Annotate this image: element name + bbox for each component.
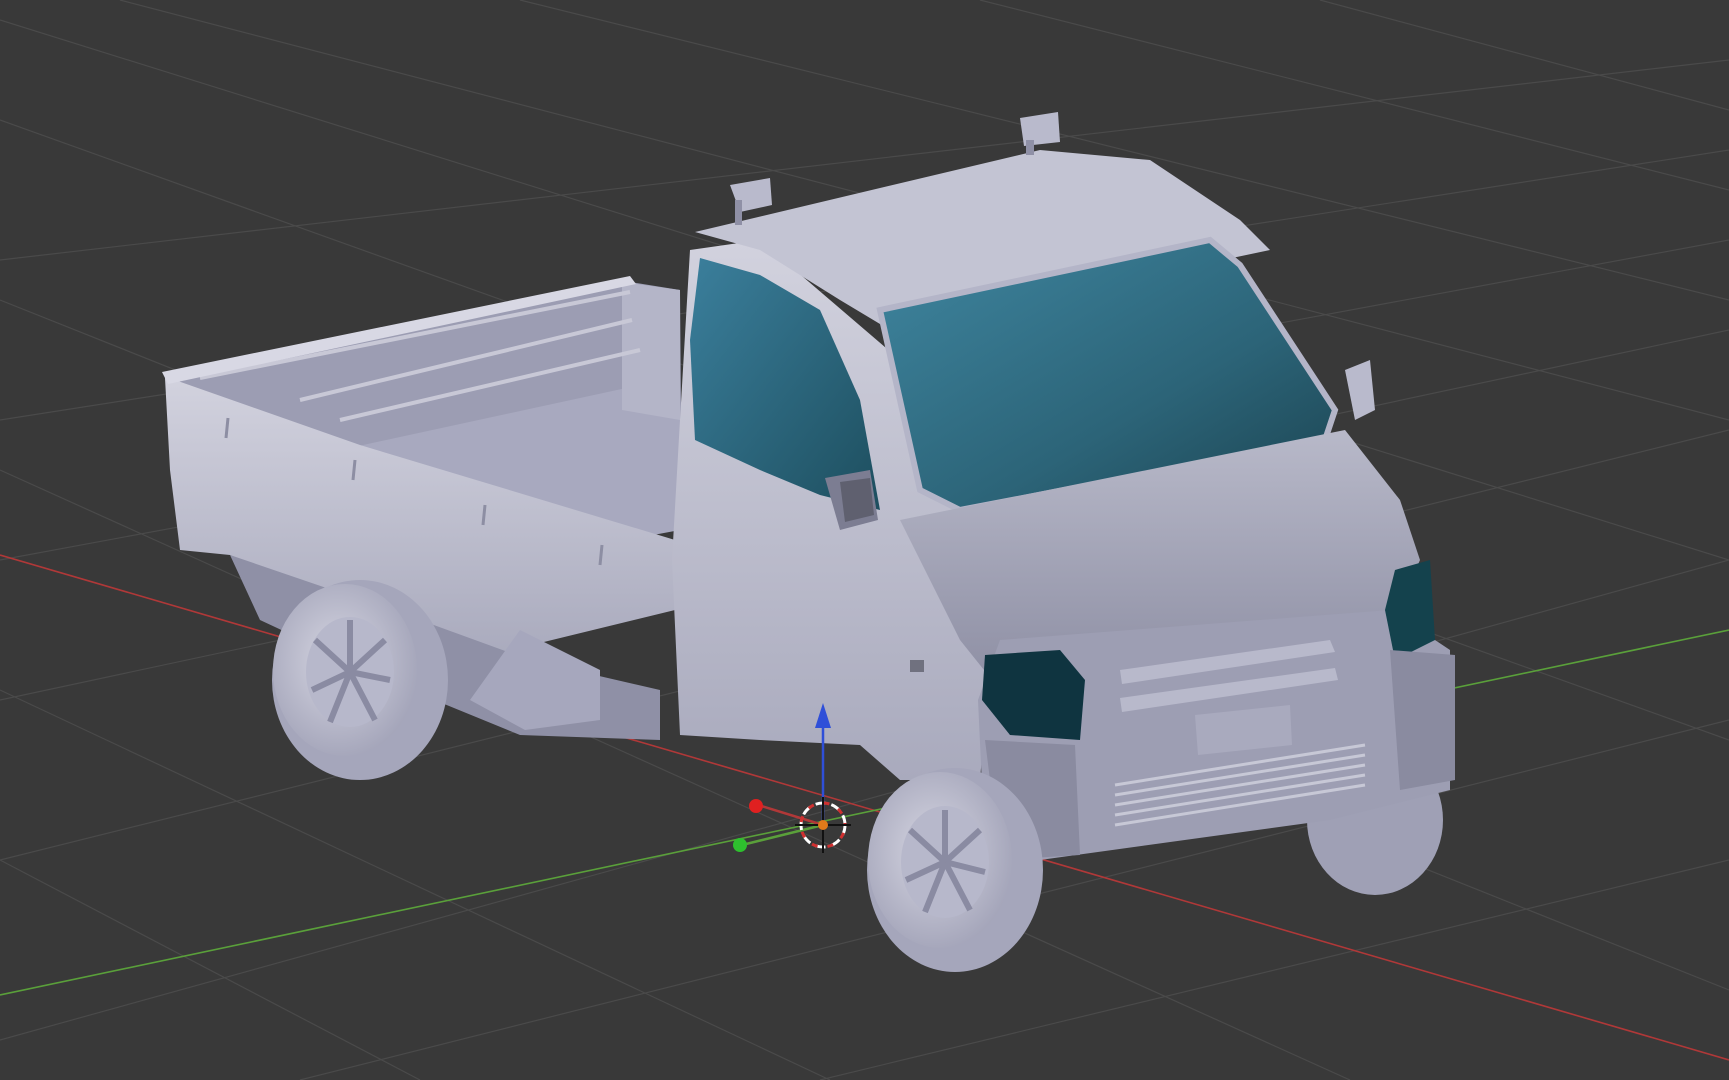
roof-rack-right xyxy=(1020,112,1060,155)
y-handle-icon[interactable] xyxy=(733,838,747,852)
door-handle xyxy=(910,660,924,672)
front-bumper-right xyxy=(1390,650,1455,790)
rear-left-wheel xyxy=(272,580,448,780)
3d-cursor-icon[interactable] xyxy=(795,797,851,853)
3d-viewport[interactable] xyxy=(0,0,1729,1080)
x-axis-handle[interactable] xyxy=(757,803,824,827)
front-left-wheel xyxy=(867,768,1043,972)
x-handle-icon[interactable] xyxy=(749,799,763,813)
viewport-canvas[interactable] xyxy=(0,0,1729,1080)
